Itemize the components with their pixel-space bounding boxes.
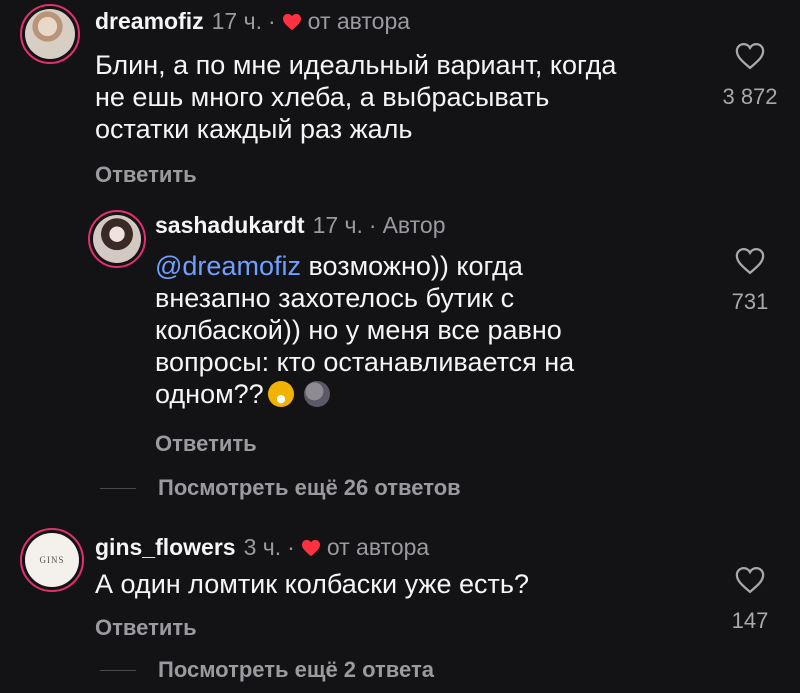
heart-outline-icon[interactable] xyxy=(735,42,765,70)
like-count: 731 xyxy=(731,289,769,314)
comment-meta: gins_flowers 3 ч. · от автора xyxy=(95,534,429,561)
comment-line: не ешь много хлеба, а выбрасывать xyxy=(95,82,550,112)
comment-line: колбаской)) но у меня все равно xyxy=(155,315,562,345)
avatar-logo: GINS xyxy=(25,533,79,587)
view-more-replies-button[interactable]: Посмотреть ещё 26 ответов xyxy=(100,475,461,501)
comment-line: внезапно захотелось бутик с xyxy=(155,283,515,313)
comment-line: Блин, а по мне идеальный вариант, когда xyxy=(95,50,617,80)
separator-dot: · xyxy=(268,8,276,34)
avatar[interactable]: GINS xyxy=(20,528,84,592)
avatar[interactable] xyxy=(20,4,80,64)
comment-text: @dreamofiz возможно)) когда внезапно зах… xyxy=(155,250,574,410)
comment-line: @dreamofiz возможно)) когда xyxy=(155,250,574,282)
comment-line: остатки каждый раз жаль xyxy=(95,114,413,144)
author-liked-label: от автора xyxy=(326,534,430,560)
grinning-face-emoji xyxy=(267,381,294,407)
timestamp: 3 ч. xyxy=(243,534,282,560)
view-more-label: Посмотреть ещё 2 ответа xyxy=(158,657,434,682)
comment-text: А один ломтик колбаски уже есть? xyxy=(95,568,529,600)
separator-dot: · xyxy=(287,534,295,560)
comment-line: вопросы: кто останавливается на xyxy=(155,347,575,377)
like-control: 147 xyxy=(710,566,790,634)
comment-line: одном?? xyxy=(155,378,574,410)
reply-button[interactable]: Ответить xyxy=(155,431,257,457)
comment-line-text: возможно)) когда xyxy=(308,251,523,281)
divider xyxy=(100,669,136,671)
view-more-label: Посмотреть ещё 26 ответов xyxy=(158,475,461,500)
comment-meta: sashadukardt 17 ч. · Автор xyxy=(155,212,446,239)
author-tag: Автор xyxy=(382,212,446,238)
new-moon-face-emoji xyxy=(303,381,330,407)
timestamp: 17 ч. xyxy=(312,212,363,238)
author-liked-label: от автора xyxy=(307,8,411,34)
avatar-logo-text: GINS xyxy=(39,555,65,565)
comment-line: А один ломтик колбаски уже есть? xyxy=(95,569,529,599)
username[interactable]: sashadukardt xyxy=(155,212,305,239)
comment-line-text: одном?? xyxy=(155,379,264,409)
heart-outline-icon[interactable] xyxy=(735,566,765,594)
heart-filled-icon xyxy=(282,13,301,30)
comment-sashadukardt: sashadukardt 17 ч. · Автор @dreamofiz во… xyxy=(0,200,800,470)
separator-dot: · xyxy=(368,212,377,238)
avatar-photo xyxy=(93,215,141,263)
avatar[interactable] xyxy=(88,210,146,268)
username[interactable]: dreamofiz xyxy=(95,8,204,35)
comment-gins-flowers: GINS gins_flowers 3 ч. · от автора А оди… xyxy=(0,520,800,650)
like-count: 3 872 xyxy=(722,84,778,109)
like-count: 147 xyxy=(731,608,769,633)
avatar-photo xyxy=(25,9,75,59)
username[interactable]: gins_flowers xyxy=(95,534,236,561)
heart-filled-icon xyxy=(301,539,320,556)
divider xyxy=(100,487,136,489)
reply-button[interactable]: Ответить xyxy=(95,615,197,641)
comment-dreamofiz: dreamofiz 17 ч. · от автора Блин, а по м… xyxy=(0,0,800,200)
comment-meta: dreamofiz 17 ч. · от автора xyxy=(95,8,410,35)
like-control: 731 xyxy=(710,247,790,315)
comment-text: Блин, а по мне идеальный вариант, когда … xyxy=(95,49,616,145)
heart-outline-icon[interactable] xyxy=(735,247,765,275)
mention-link[interactable]: @dreamofiz xyxy=(155,251,301,281)
like-control: 3 872 xyxy=(710,42,790,110)
timestamp: 17 ч. xyxy=(211,8,262,34)
view-more-replies-button[interactable]: Посмотреть ещё 2 ответа xyxy=(100,657,434,683)
reply-button[interactable]: Ответить xyxy=(95,162,197,188)
